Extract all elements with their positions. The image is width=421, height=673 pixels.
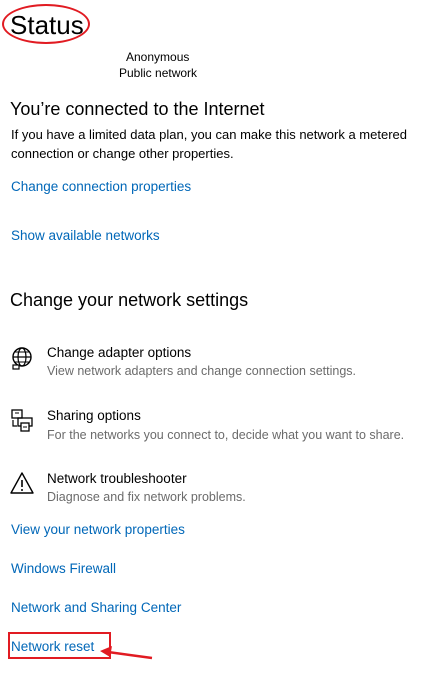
globe-adapter-icon <box>12 347 32 370</box>
connection-description: If you have a limited data plan, you can… <box>11 127 407 161</box>
annotation-circle <box>2 4 90 44</box>
connection-heading: You’re connected to the Internet <box>10 99 265 119</box>
view-network-properties-link[interactable]: View your network properties <box>11 521 185 539</box>
windows-firewall-link[interactable]: Windows Firewall <box>11 560 116 578</box>
option-title: Change adapter options <box>47 345 192 360</box>
option-title: Network troubleshooter <box>47 471 187 486</box>
show-available-networks-link[interactable]: Show available networks <box>11 227 160 245</box>
sharing-printer-icon <box>11 409 33 432</box>
settings-heading: Change your network settings <box>10 290 249 310</box>
network-type: Public network <box>119 66 198 80</box>
option-subtitle: For the networks you connect to, decide … <box>47 428 405 442</box>
warning-triangle-icon <box>10 472 34 494</box>
option-subtitle: Diagnose and fix network problems. <box>47 490 246 504</box>
network-sharing-center-link[interactable]: Network and Sharing Center <box>11 599 181 617</box>
change-connection-properties-link[interactable]: Change connection properties <box>11 178 191 196</box>
option-title: Sharing options <box>47 408 141 423</box>
option-subtitle: View network adapters and change connect… <box>47 364 356 378</box>
annotation-arrow-icon <box>100 646 153 660</box>
network-name: Anonymous <box>126 50 190 64</box>
